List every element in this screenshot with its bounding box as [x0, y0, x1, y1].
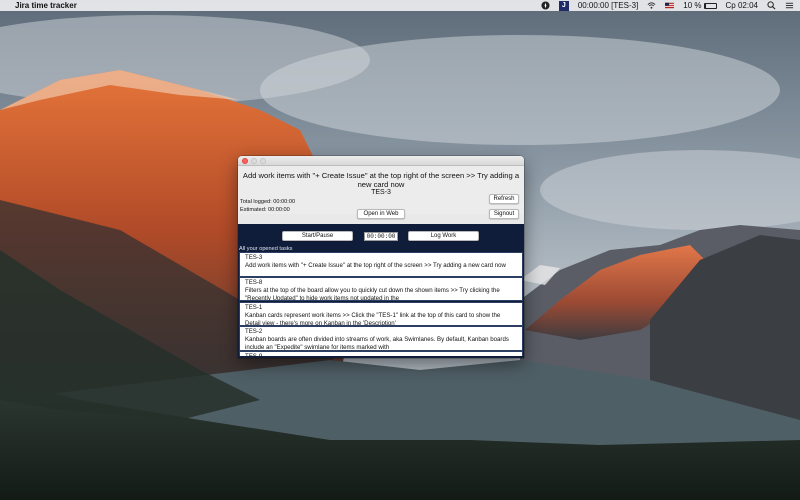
menu-bar: Jira time tracker J 00:00:00 [TES-3] 10 …	[0, 0, 800, 11]
task-key: TES-8	[245, 278, 263, 286]
wifi-icon[interactable]	[647, 1, 656, 10]
jira-icon[interactable]: J	[558, 0, 569, 11]
list-item[interactable]: TES-1 Kanban cards represent work items …	[239, 301, 523, 327]
app-window: Add work items with "+ Create Issue" at …	[238, 156, 524, 358]
current-task-key: TES-3	[371, 189, 391, 196]
battery-indicator[interactable]: 10 %	[683, 1, 717, 10]
list-item[interactable]: TES-2 Kanban boards are often divided in…	[239, 326, 523, 351]
open-in-web-button[interactable]: Open in Web	[357, 209, 405, 219]
task-key: TES-1	[245, 303, 263, 311]
list-item[interactable]: TES-8 Filters at the top of the board al…	[239, 276, 523, 302]
maximize-window-button[interactable]	[260, 157, 266, 164]
task-list[interactable]: TES-3 Add work items with "+ Create Issu…	[238, 252, 524, 358]
close-window-button[interactable]	[242, 157, 248, 164]
compass-icon[interactable]	[541, 1, 550, 10]
signout-button[interactable]: Signout	[489, 209, 519, 219]
battery-percent: 10 %	[683, 1, 702, 10]
timer-display: 00:00:00	[364, 232, 398, 241]
window-titlebar[interactable]	[238, 156, 524, 166]
current-task-summary: Add work items with "+ Create Issue" at …	[242, 171, 520, 189]
timer-controls-bar: Start/Pause 00:00:00 Log Work All your o…	[238, 224, 524, 252]
total-logged-label: Total logged: 00:00:00	[240, 199, 296, 205]
list-icon[interactable]	[785, 1, 794, 10]
app-menu-name[interactable]: Jira time tracker	[15, 1, 77, 10]
task-summary: Filters at the top of the board allow yo…	[245, 286, 500, 302]
window-bottom-edge	[238, 356, 524, 358]
list-item[interactable]: TES-3 Add work items with "+ Create Issu…	[239, 252, 523, 277]
estimated-label: Estimated: 00:00:00	[240, 207, 290, 213]
current-task-panel: Add work items with "+ Create Issue" at …	[238, 166, 524, 219]
battery-fill	[704, 3, 706, 8]
log-work-button[interactable]: Log Work	[408, 231, 479, 241]
task-summary: Kanban cards represent work items >> Cli…	[245, 311, 501, 327]
flag-icon[interactable]	[665, 1, 675, 10]
task-key: TES-2	[245, 328, 263, 336]
task-summary: Add work items with "+ Create Issue" at …	[245, 262, 506, 269]
refresh-button[interactable]: Refresh	[489, 194, 519, 204]
task-summary: Kanban boards are often divided into str…	[245, 336, 509, 351]
start-pause-button[interactable]: Start/Pause	[282, 231, 353, 241]
menubar-clock[interactable]: Ср 02:04	[726, 1, 758, 10]
task-key: TES-3	[245, 254, 263, 261]
minimize-window-button[interactable]	[251, 157, 257, 164]
battery-icon	[703, 2, 717, 9]
tracker-status[interactable]: 00:00:00 [TES-3]	[578, 1, 638, 10]
search-icon[interactable]	[767, 1, 776, 10]
